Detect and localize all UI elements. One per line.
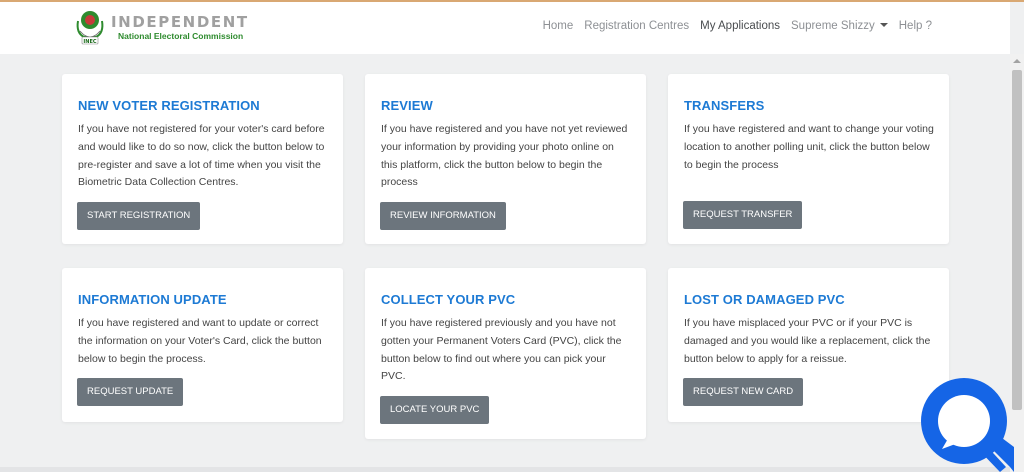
- nav-my-applications[interactable]: My Applications: [700, 20, 780, 32]
- card-description: If you have registered and want to chang…: [684, 123, 934, 171]
- locate-your-pvc-button[interactable]: LOCATE YOUR PVC: [380, 396, 490, 424]
- user-name: Supreme Shizzy: [791, 20, 875, 32]
- request-update-button[interactable]: REQUEST UPDATE: [77, 378, 184, 406]
- card-review: REVIEW If you have registered and you ha…: [365, 74, 646, 244]
- card-title: NEW VOTER REGISTRATION: [78, 98, 260, 113]
- start-registration-button[interactable]: START REGISTRATION: [77, 202, 201, 230]
- request-new-card-button[interactable]: REQUEST NEW CARD: [683, 378, 804, 406]
- card-description: If you have registered previously and yo…: [381, 317, 622, 383]
- nav-home[interactable]: Home: [543, 20, 574, 32]
- card-description: If you have misplaced your PVC or if you…: [684, 317, 931, 365]
- inec-logo: INEC: [76, 11, 104, 45]
- main-nav: Home Registration Centres My Application…: [532, 20, 932, 32]
- card-collect-your-pvc: COLLECT YOUR PVC If you have registered …: [365, 268, 646, 439]
- scrollbar-thumb[interactable]: [1012, 70, 1022, 410]
- card-title: COLLECT YOUR PVC: [381, 292, 516, 307]
- card-information-update: INFORMATION UPDATE If you have registere…: [62, 268, 343, 422]
- page-bottom-strip: [0, 467, 1010, 472]
- card-lost-or-damaged-pvc: LOST OR DAMAGED PVC If you have misplace…: [668, 268, 949, 422]
- chat-widget[interactable]: [920, 377, 1014, 472]
- logo-text: INEC: [83, 39, 96, 45]
- card-title: LOST OR DAMAGED PVC: [684, 292, 845, 307]
- card-new-voter-registration: NEW VOTER REGISTRATION If you have not r…: [62, 74, 343, 244]
- review-information-button[interactable]: REVIEW INFORMATION: [380, 202, 506, 230]
- brand-subtitle: National Electoral Commission: [118, 30, 244, 41]
- card-description: If you have registered and want to updat…: [78, 317, 322, 365]
- card-title: REVIEW: [381, 98, 433, 113]
- card-title: INFORMATION UPDATE: [78, 292, 227, 307]
- nav-registration-centres[interactable]: Registration Centres: [584, 20, 689, 32]
- card-transfers: TRANSFERS If you have registered and wan…: [668, 74, 949, 244]
- chat-search-icon: [921, 378, 1014, 472]
- site-header: INEC INDEPENDENT National Electoral Comm…: [0, 2, 1010, 54]
- request-transfer-button[interactable]: REQUEST TRANSFER: [683, 201, 803, 229]
- nav-user-menu[interactable]: Supreme Shizzy: [791, 20, 888, 32]
- brand[interactable]: INEC INDEPENDENT National Electoral Comm…: [72, 7, 249, 47]
- brand-title: INDEPENDENT: [111, 12, 249, 31]
- card-description: If you have not registered for your vote…: [78, 123, 325, 189]
- card-description: If you have registered and you have not …: [381, 123, 628, 189]
- card-title: TRANSFERS: [684, 98, 765, 113]
- scroll-up-arrow-icon[interactable]: [1010, 54, 1024, 68]
- nav-help[interactable]: Help ?: [899, 20, 932, 32]
- caret-down-icon: [879, 23, 888, 27]
